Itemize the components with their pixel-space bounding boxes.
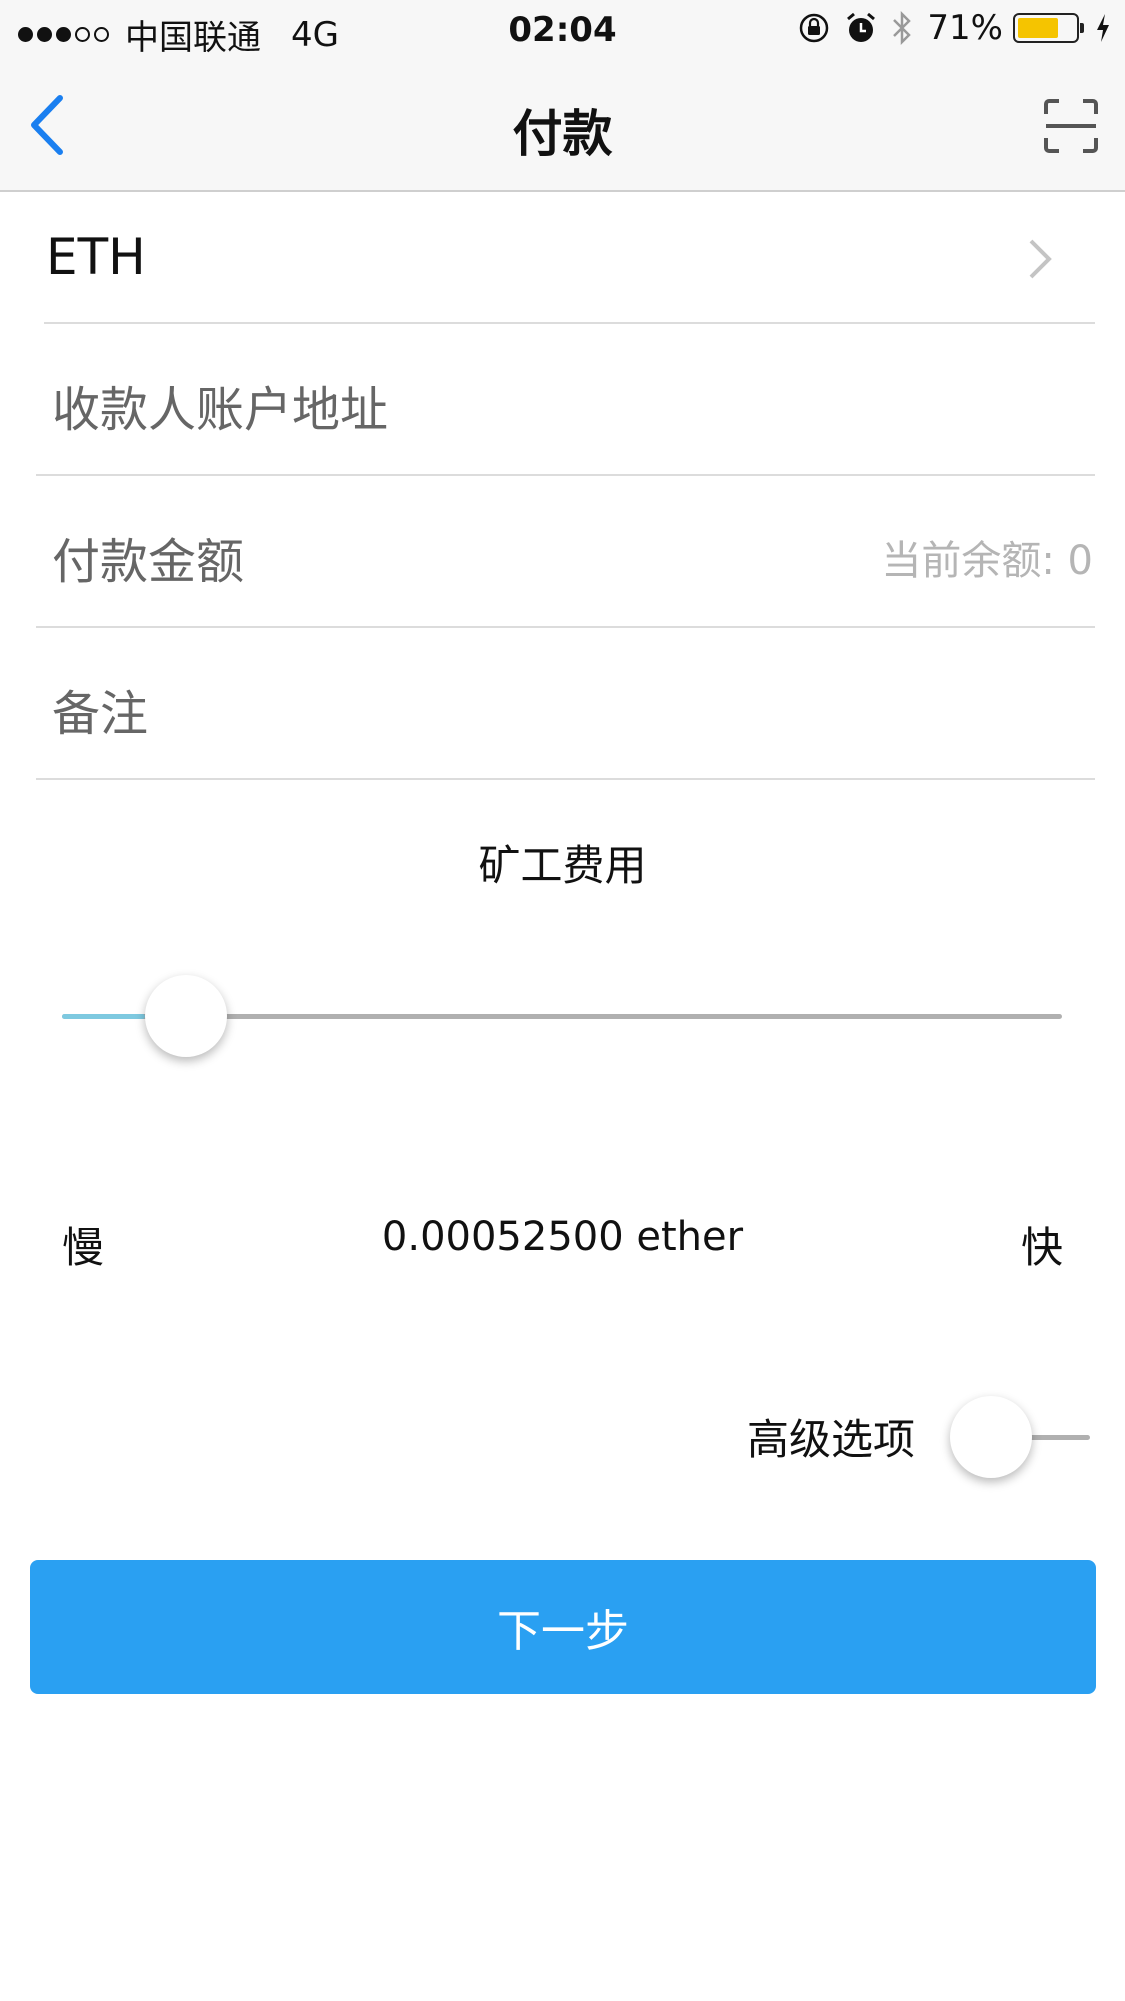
recipient-address-placeholder: 收款人账户地址 [52,382,389,438]
battery-icon [1013,13,1084,43]
status-bar: 中国联通 4G 02:04 71% [0,0,1125,64]
amount-field[interactable]: 付款金额 当前余额: 0 [0,476,1125,628]
advanced-options-toggle[interactable] [946,1392,1096,1482]
bluetooth-icon [891,10,913,46]
navigation-bar: 付款 [0,64,1125,192]
miner-fee-slider[interactable] [62,972,1062,1062]
charging-icon [1095,13,1111,43]
status-right: 71% [783,8,1111,48]
scan-icon [1044,99,1098,153]
alarm-icon [845,11,877,45]
current-balance: 当前余额: 0 [881,538,1093,584]
page-title: 付款 [512,105,613,163]
divider [36,778,1095,780]
coin-name: ETH [46,228,146,286]
slider-thumb[interactable] [145,975,227,1057]
memo-field[interactable]: 备注 [0,628,1125,780]
scan-button[interactable] [1043,98,1099,154]
toggle-thumb [950,1396,1032,1478]
rotation-lock-icon [797,11,831,45]
memo-placeholder: 备注 [52,686,149,742]
amount-placeholder: 付款金额 [52,534,245,590]
advanced-options-label: 高级选项 [746,1415,915,1464]
next-step-button[interactable]: 下一步 [30,1560,1096,1694]
slider-fill [62,1014,145,1019]
battery-fill [1018,18,1058,38]
battery-percent: 71% [927,8,1003,48]
fee-value: 0.00052500 ether [381,1214,744,1260]
coin-selector-row[interactable]: ETH [0,194,1125,324]
miner-fee-title: 矿工费用 [478,841,647,890]
speed-fast-label: 快 [1020,1223,1063,1272]
recipient-address-field[interactable]: 收款人账户地址 [0,324,1125,476]
chevron-right-icon [1029,239,1052,279]
